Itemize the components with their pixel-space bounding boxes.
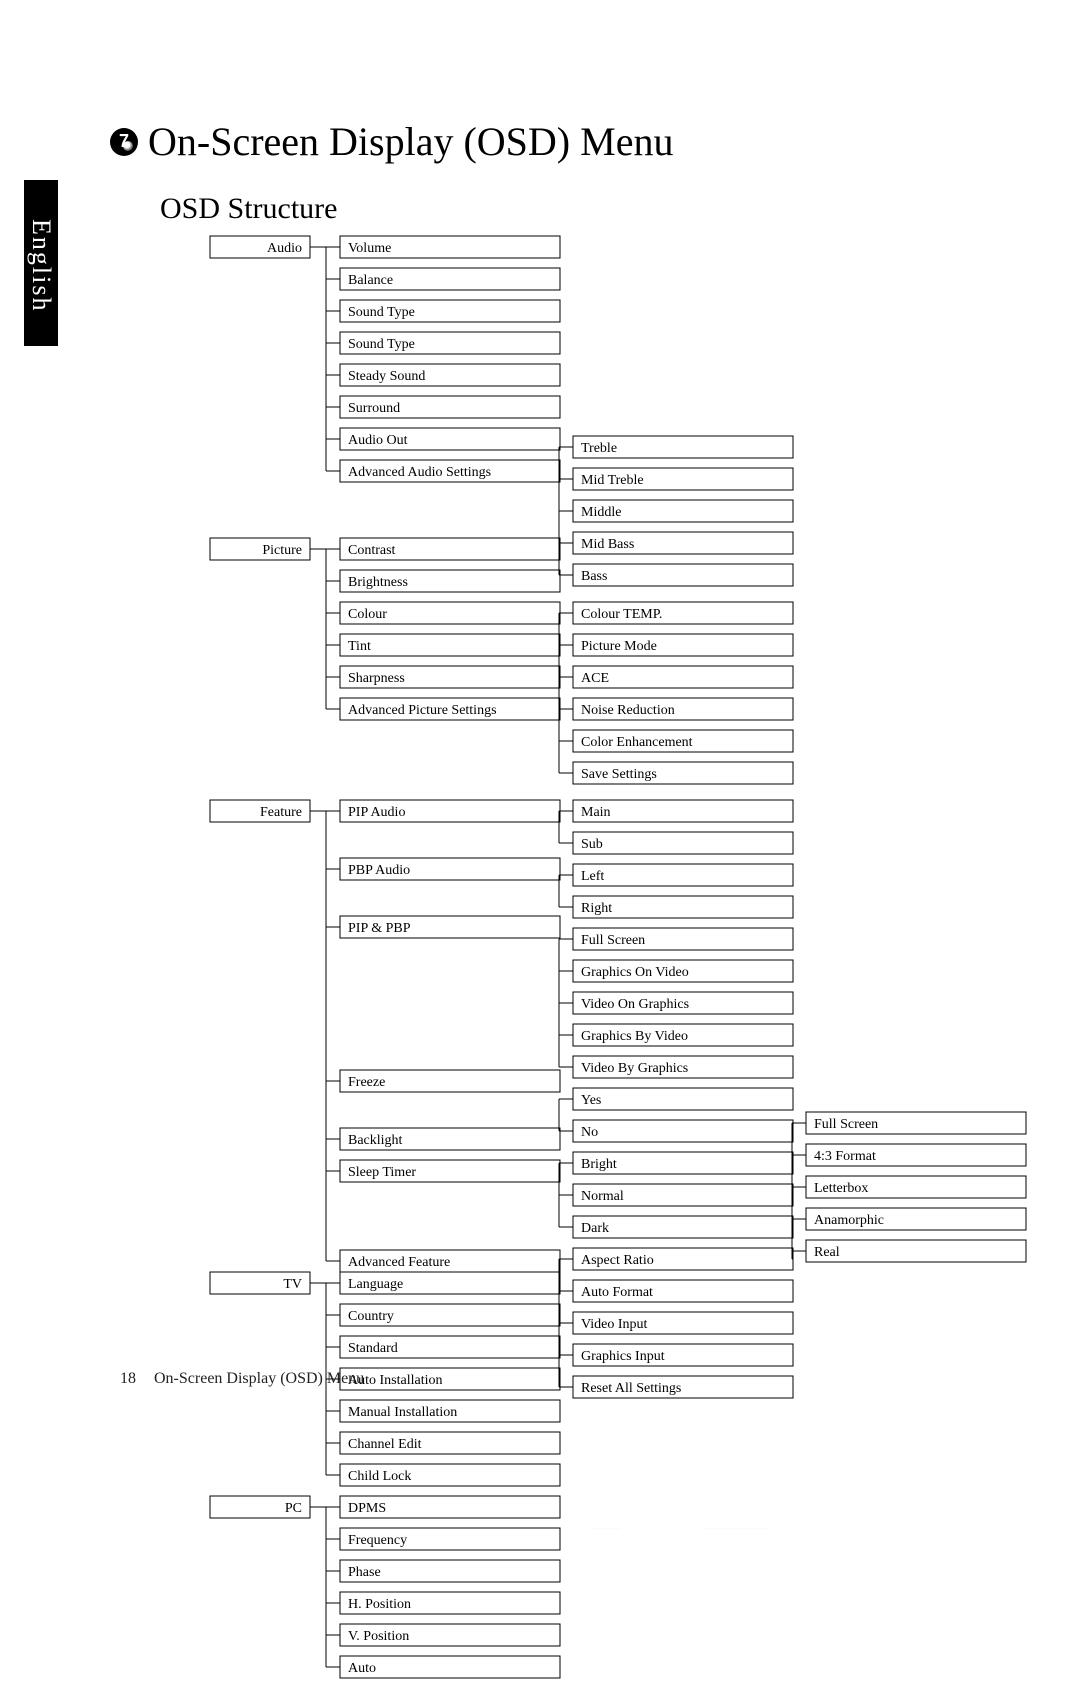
svg-text:Video On Graphics: Video On Graphics <box>581 997 689 1012</box>
svg-text:Brightness: Brightness <box>348 575 408 590</box>
svg-text:V. Position: V. Position <box>348 1629 409 1644</box>
svg-text:Advanced Picture Settings: Advanced Picture Settings <box>348 703 497 718</box>
svg-text:Channel Edit: Channel Edit <box>348 1437 422 1452</box>
svg-text:TV: TV <box>283 1277 302 1292</box>
svg-text:Picture: Picture <box>262 543 302 558</box>
svg-text:Save Settings: Save Settings <box>581 767 657 782</box>
svg-text:Tint: Tint <box>348 639 371 654</box>
svg-text:No: No <box>581 1125 598 1140</box>
svg-text:Country: Country <box>348 1309 394 1324</box>
svg-text:Advanced Feature: Advanced Feature <box>348 1255 450 1270</box>
svg-text:Auto Format: Auto Format <box>581 1285 653 1300</box>
svg-text:Full Screen: Full Screen <box>581 933 645 948</box>
svg-text:Yes: Yes <box>581 1093 601 1108</box>
svg-text:Picture Mode: Picture Mode <box>581 639 657 654</box>
svg-text:Freeze: Freeze <box>348 1075 385 1090</box>
svg-text:Sleep Timer: Sleep Timer <box>348 1165 416 1180</box>
svg-text:Left: Left <box>581 869 604 884</box>
osd-tree-diagram: Audio Picture Feature TV PC Volume Balance Soun… <box>0 0 1080 1700</box>
svg-text:PBP Audio: PBP Audio <box>348 863 410 878</box>
svg-text:Reset All Settings: Reset All Settings <box>581 1381 681 1396</box>
svg-text:Standard: Standard <box>348 1341 398 1356</box>
svg-text:Video Input: Video Input <box>581 1317 648 1332</box>
svg-text:Graphics Input: Graphics Input <box>581 1349 665 1364</box>
svg-text:Mid Treble: Mid Treble <box>581 473 644 488</box>
svg-text:DPMS: DPMS <box>348 1501 386 1516</box>
page: English 7 On-Screen Display (OSD) Menu O… <box>0 0 1080 1528</box>
svg-text:Anamorphic: Anamorphic <box>814 1213 884 1228</box>
svg-text:H. Position: H. Position <box>348 1597 411 1612</box>
svg-text:Noise Reduction: Noise Reduction <box>581 703 675 718</box>
svg-text:Bright: Bright <box>581 1157 617 1172</box>
svg-text:Sound Type: Sound Type <box>348 305 415 320</box>
svg-text:Backlight: Backlight <box>348 1133 403 1148</box>
svg-text:Volume: Volume <box>348 241 391 256</box>
svg-text:Steady Sound: Steady Sound <box>348 369 425 384</box>
svg-text:Mid Bass: Mid Bass <box>581 537 634 552</box>
svg-text:Full Screen: Full Screen <box>814 1117 878 1132</box>
svg-text:Letterbox: Letterbox <box>814 1181 868 1196</box>
svg-text:Advanced Audio Settings: Advanced Audio Settings <box>348 465 491 480</box>
svg-text:Phase: Phase <box>348 1565 381 1580</box>
svg-text:Child Lock: Child Lock <box>348 1469 411 1484</box>
svg-text:Colour TEMP.: Colour TEMP. <box>581 607 662 622</box>
svg-text:Audio: Audio <box>267 241 302 256</box>
svg-text:Audio Out: Audio Out <box>348 433 408 448</box>
svg-text:PC: PC <box>285 1501 302 1516</box>
svg-text:ACE: ACE <box>581 671 609 686</box>
svg-text:Normal: Normal <box>581 1189 624 1204</box>
svg-text:Sub: Sub <box>581 837 603 852</box>
svg-text:4:3 Format: 4:3 Format <box>814 1149 876 1164</box>
svg-text:Colour: Colour <box>348 607 387 622</box>
svg-text:PIP & PBP: PIP & PBP <box>348 921 411 936</box>
svg-text:Sound Type: Sound Type <box>348 337 415 352</box>
svg-text:Right: Right <box>581 901 612 916</box>
svg-text:Auto: Auto <box>348 1661 376 1676</box>
footer-section: On-Screen Display (OSD) Menu <box>154 1370 364 1387</box>
svg-text:Feature: Feature <box>260 805 302 820</box>
svg-text:Video By Graphics: Video By Graphics <box>581 1061 688 1076</box>
svg-text:Language: Language <box>348 1277 403 1292</box>
svg-text:Middle: Middle <box>581 505 621 520</box>
svg-text:Sharpness: Sharpness <box>348 671 405 686</box>
svg-text:Frequency: Frequency <box>348 1533 407 1548</box>
svg-text:Color Enhancement: Color Enhancement <box>581 735 693 750</box>
page-number: 18 <box>106 1370 136 1388</box>
svg-text:Dark: Dark <box>581 1221 609 1236</box>
svg-text:Aspect Ratio: Aspect Ratio <box>581 1253 654 1268</box>
svg-text:Bass: Bass <box>581 569 607 584</box>
svg-text:Contrast: Contrast <box>348 543 396 558</box>
svg-text:PIP Audio: PIP Audio <box>348 805 405 820</box>
svg-text:Graphics On Video: Graphics On Video <box>581 965 689 980</box>
page-footer: 18 On-Screen Display (OSD) Menu <box>106 1370 364 1388</box>
svg-text:Treble: Treble <box>581 441 617 456</box>
svg-text:Surround: Surround <box>348 401 400 416</box>
svg-text:Real: Real <box>814 1245 840 1260</box>
svg-text:Graphics By Video: Graphics By Video <box>581 1029 688 1044</box>
svg-text:Main: Main <box>581 805 611 820</box>
svg-text:Manual Installation: Manual Installation <box>348 1405 457 1420</box>
svg-text:Balance: Balance <box>348 273 393 288</box>
